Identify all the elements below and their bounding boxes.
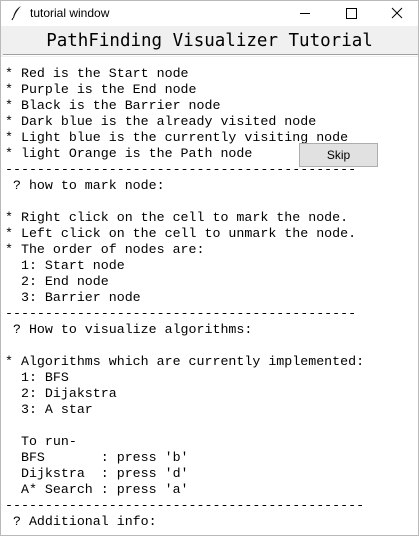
heading-separator (3, 54, 418, 56)
tutorial-line: Dijkstra : press 'd' (5, 466, 189, 481)
tutorial-line (5, 338, 364, 354)
feather-icon (10, 5, 24, 21)
tutorial-text: * Red is the Start node * Purple is the E… (5, 66, 364, 530)
tutorial-line: * Dark blue is the already visited node (5, 114, 317, 129)
tutorial-line: 2: End node (5, 274, 109, 289)
minimize-icon (300, 13, 310, 14)
tutorial-line: 2: Dijakstra (5, 386, 117, 401)
tutorial-line: * Algorithms which are currently impleme… (5, 354, 365, 369)
tutorial-line: 3: Barrier node (5, 290, 141, 305)
tutorial-line: ----------------------------------------… (5, 306, 357, 321)
tutorial-line: ----------------------------------------… (5, 498, 365, 513)
maximize-icon (346, 8, 357, 19)
tutorial-line: * Left click on the cell to unmark the n… (5, 226, 357, 241)
close-button[interactable] (374, 1, 418, 26)
tutorial-line: ? How to visualize algorithms: (5, 322, 253, 337)
tutorial-line: A* Search : press 'a' (5, 482, 189, 497)
tutorial-line: * The order of nodes are: (5, 242, 205, 257)
tutorial-heading: PathFinding Visualizer Tutorial (46, 31, 373, 51)
tutorial-line: ? Additional info: (5, 514, 157, 529)
tutorial-line: 1: BFS (5, 370, 69, 385)
window-title: tutorial window (30, 6, 110, 20)
tutorial-line (5, 418, 364, 434)
window-content: PathFinding Visualizer Tutorial * Red is… (1, 26, 418, 535)
minimize-button[interactable] (282, 1, 328, 26)
skip-button[interactable]: Skip (299, 143, 378, 167)
tutorial-line: * Right click on the cell to mark the no… (5, 210, 349, 225)
tutorial-line: * Purple is the End node (5, 82, 197, 97)
title-bar[interactable]: tutorial window (1, 1, 418, 26)
tutorial-line: * Black is the Barrier node (5, 98, 221, 113)
maximize-button[interactable] (328, 1, 374, 26)
tutorial-line: ? how to mark node: (5, 178, 165, 193)
tutorial-line: BFS : press 'b' (5, 450, 189, 465)
tutorial-line: 3: A star (5, 402, 93, 417)
close-icon (391, 7, 403, 19)
tutorial-text-area[interactable]: * Red is the Start node * Purple is the E… (1, 57, 418, 535)
tutorial-line (5, 194, 364, 210)
tutorial-line: 1: Start node (5, 258, 125, 273)
tutorial-line: To run- (5, 434, 77, 449)
tutorial-line: * Red is the Start node (5, 66, 189, 81)
tutorial-window: tutorial window PathFinding Visualizer T… (0, 0, 419, 536)
